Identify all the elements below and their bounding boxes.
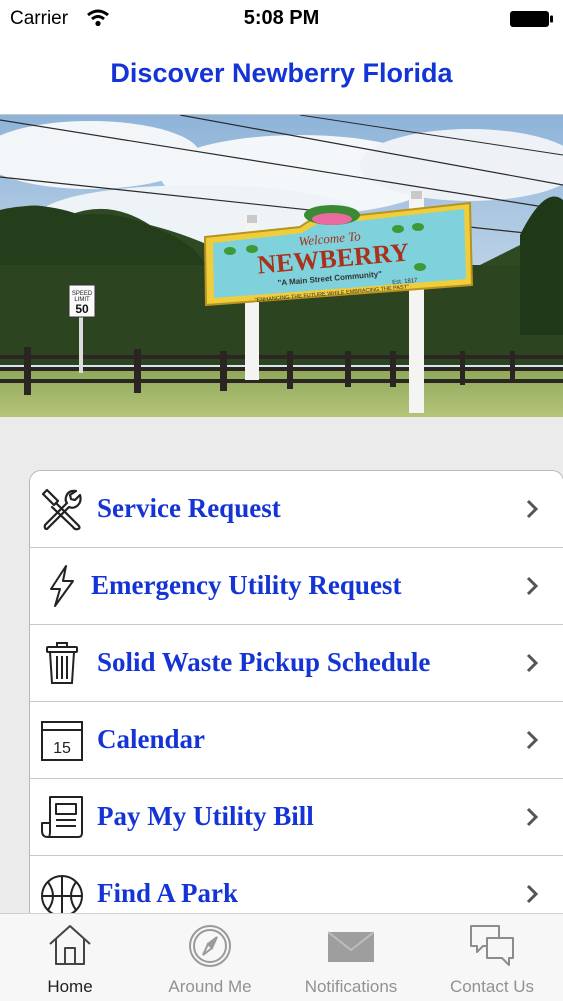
menu-item-label: Pay My Utility Bill	[97, 801, 314, 831]
chevron-right-icon	[526, 499, 539, 519]
envelope-icon	[328, 931, 374, 962]
tools-icon	[41, 488, 82, 531]
calendar-icon: 15	[41, 721, 83, 761]
page-title: Discover Newberry Florida	[110, 58, 453, 88]
chevron-right-icon	[526, 884, 539, 904]
menu-item-find-a-park[interactable]: Find A Park	[30, 856, 563, 916]
battery-icon	[510, 11, 553, 27]
tab-label: Home	[47, 977, 93, 996]
menu-item-calendar[interactable]: 15 Calendar	[30, 702, 563, 779]
clock: 5:08 PM	[243, 7, 320, 29]
tab-home[interactable]: Home	[0, 914, 140, 1001]
menu-item-solid-waste[interactable]: Solid Waste Pickup Schedule	[30, 625, 563, 702]
menu-item-service-request[interactable]: Service Request	[30, 471, 563, 548]
bill-icon	[41, 796, 83, 838]
tab-label: Around Me	[168, 977, 252, 996]
tab-label: Notifications	[304, 977, 398, 996]
basketball-icon	[41, 875, 83, 916]
tab-notifications[interactable]: Notifications	[281, 914, 421, 1001]
chevron-right-icon	[526, 653, 539, 673]
lightning-icon	[50, 565, 74, 607]
chevron-right-icon	[526, 576, 539, 596]
menu-item-label: Solid Waste Pickup Schedule	[97, 647, 431, 677]
tab-bar: Home Around Me Notifications Contact Us	[0, 913, 563, 1001]
trash-icon	[46, 642, 78, 684]
tab-around-me[interactable]: Around Me	[140, 914, 280, 1001]
status-bar: Carrier 5:08 PM	[0, 0, 563, 38]
menu-item-label: Find A Park	[97, 878, 239, 908]
menu-item-label: Calendar	[97, 724, 205, 754]
hero-image: SPEED LIMIT 50 Welcome To NEWBERRY "A Ma…	[0, 115, 563, 417]
navigation-bar: Discover Newberry Florida	[0, 38, 563, 115]
tab-label: Contact Us	[449, 977, 535, 996]
chat-bubbles-icon	[470, 925, 514, 966]
menu-item-pay-utility-bill[interactable]: Pay My Utility Bill	[30, 779, 563, 856]
calendar-icon-date: 15	[53, 740, 71, 757]
menu-list: Service Request Emergency Utility Reques…	[29, 470, 563, 916]
speed-sign-value: 50	[75, 302, 89, 316]
menu-item-emergency-utility-request[interactable]: Emergency Utility Request	[30, 548, 563, 625]
tab-contact-us[interactable]: Contact Us	[422, 914, 562, 1001]
menu-item-label: Emergency Utility Request	[91, 570, 402, 600]
chevron-right-icon	[526, 807, 539, 827]
compass-icon	[189, 925, 231, 967]
chevron-right-icon	[526, 730, 539, 750]
menu-item-label: Service Request	[97, 493, 281, 523]
home-icon	[49, 925, 91, 965]
